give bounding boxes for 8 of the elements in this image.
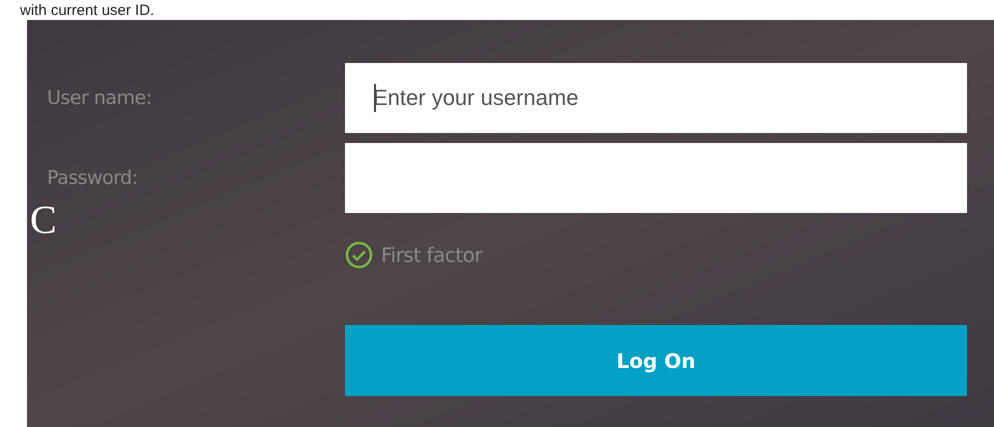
logo-letter: C [30, 196, 57, 244]
log-on-button[interactable]: Log On [345, 325, 967, 396]
text-cursor [374, 84, 376, 112]
field-label: Password: [47, 166, 139, 191]
caption-text: with current user ID. [20, 2, 154, 20]
field-label: User name: [47, 86, 153, 111]
text-field[interactable] [345, 143, 967, 213]
factor-status: First factor [381, 242, 482, 269]
